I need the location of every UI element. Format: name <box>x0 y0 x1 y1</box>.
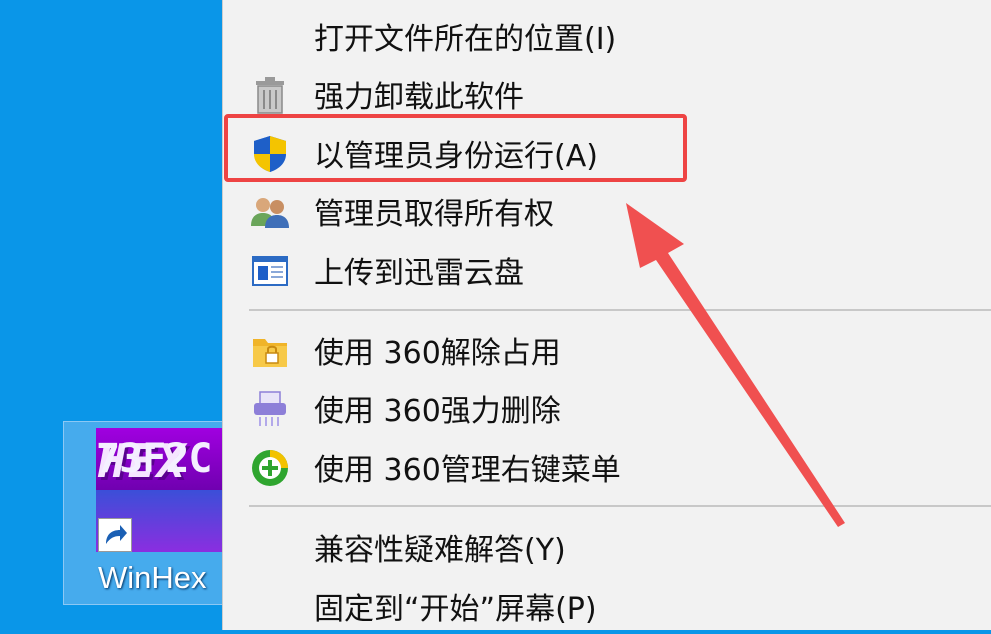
menu-item-label: 以管理员身份运行(A) <box>314 139 598 174</box>
menu-separator <box>249 309 991 311</box>
menu-item-label: 固定到“开始”屏幕(P) <box>314 592 597 627</box>
menu-item-label: 管理员取得所有权 <box>314 197 554 232</box>
menu-item-compatibility-troubleshoot[interactable]: 兼容性疑难解答(Y) <box>223 517 991 575</box>
shortcut-label: WinHex <box>98 560 207 595</box>
menu-item-force-uninstall[interactable]: 强力卸载此软件 <box>223 64 991 122</box>
window-icon <box>250 251 290 291</box>
trash-can-icon <box>250 75 290 115</box>
menu-separator <box>249 505 991 507</box>
menu-item-run-as-admin[interactable]: 以管理员身份运行(A) <box>223 123 991 181</box>
uac-shield-icon <box>250 134 290 174</box>
menu-item-360-unlock[interactable]: 使用 360解除占用 <box>223 320 991 378</box>
shortcut-arrow-icon <box>98 518 132 552</box>
menu-item-label: 使用 360强力删除 <box>314 394 561 429</box>
folder-lock-icon <box>250 331 290 371</box>
logo-bottom-text: 73F2C <box>96 436 212 482</box>
menu-item-open-file-location[interactable]: 打开文件所在的位置(I) <box>223 6 991 64</box>
menu-item-label: 强力卸载此软件 <box>314 80 524 115</box>
menu-item-label: 使用 360解除占用 <box>314 336 561 371</box>
menu-item-pin-to-start[interactable]: 固定到“开始”屏幕(P) <box>223 576 991 634</box>
menu-item-take-ownership[interactable]: 管理员取得所有权 <box>223 181 991 239</box>
menu-item-360-force-delete[interactable]: 使用 360强力删除 <box>223 378 991 436</box>
menu-item-label: 上传到迅雷云盘 <box>314 256 524 291</box>
users-icon <box>250 192 290 232</box>
menu-item-label: 打开文件所在的位置(I) <box>314 22 617 57</box>
plus-circle-icon <box>250 448 290 488</box>
shredder-icon <box>250 389 290 429</box>
menu-item-upload-xunlei[interactable]: 上传到迅雷云盘 <box>223 240 991 298</box>
menu-item-360-manage-context-menu[interactable]: 使用 360管理右键菜单 <box>223 437 991 495</box>
menu-item-label: 兼容性疑难解答(Y) <box>314 533 566 568</box>
context-menu: 打开文件所在的位置(I) 强力卸载此软件 以管理员身份运行(A) 管理员取得所有… <box>222 0 991 630</box>
menu-item-label: 使用 360管理右键菜单 <box>314 453 621 488</box>
